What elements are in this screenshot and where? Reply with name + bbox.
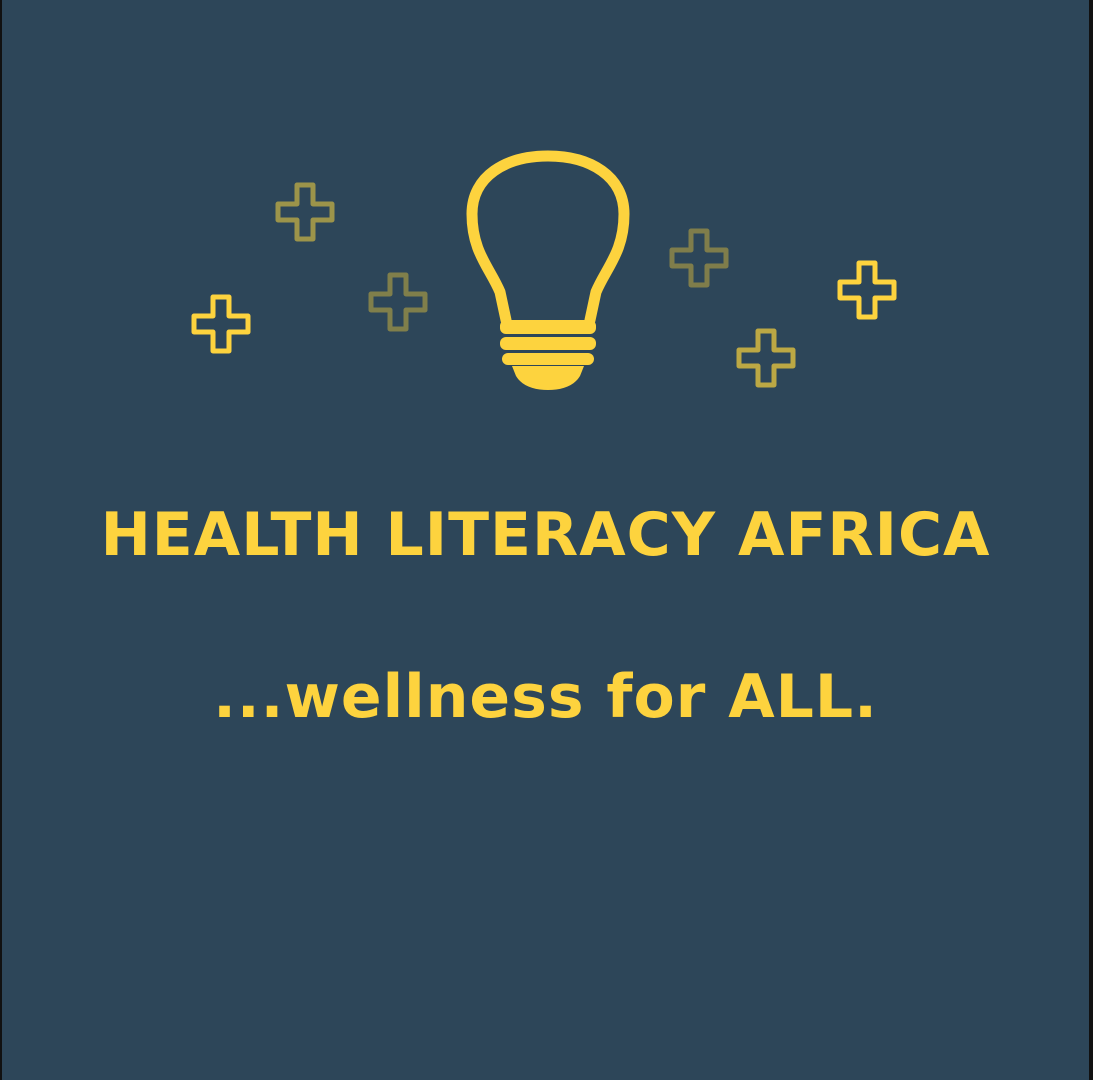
plus-icon-3 (368, 272, 428, 332)
plus-icon-4 (669, 228, 729, 288)
plus-icon-5 (837, 260, 897, 320)
brand-title: HEALTH LITERACY AFRICA (100, 500, 991, 570)
lightbulb-icon (466, 150, 630, 390)
brand-tagline: ...wellness for ALL. (213, 662, 878, 732)
poster-canvas: HEALTH LITERACY AFRICA ...wellness for A… (2, 0, 1089, 1080)
plus-icon-6 (736, 328, 796, 388)
plus-icon-1 (275, 182, 335, 242)
plus-icon-2 (191, 294, 251, 354)
